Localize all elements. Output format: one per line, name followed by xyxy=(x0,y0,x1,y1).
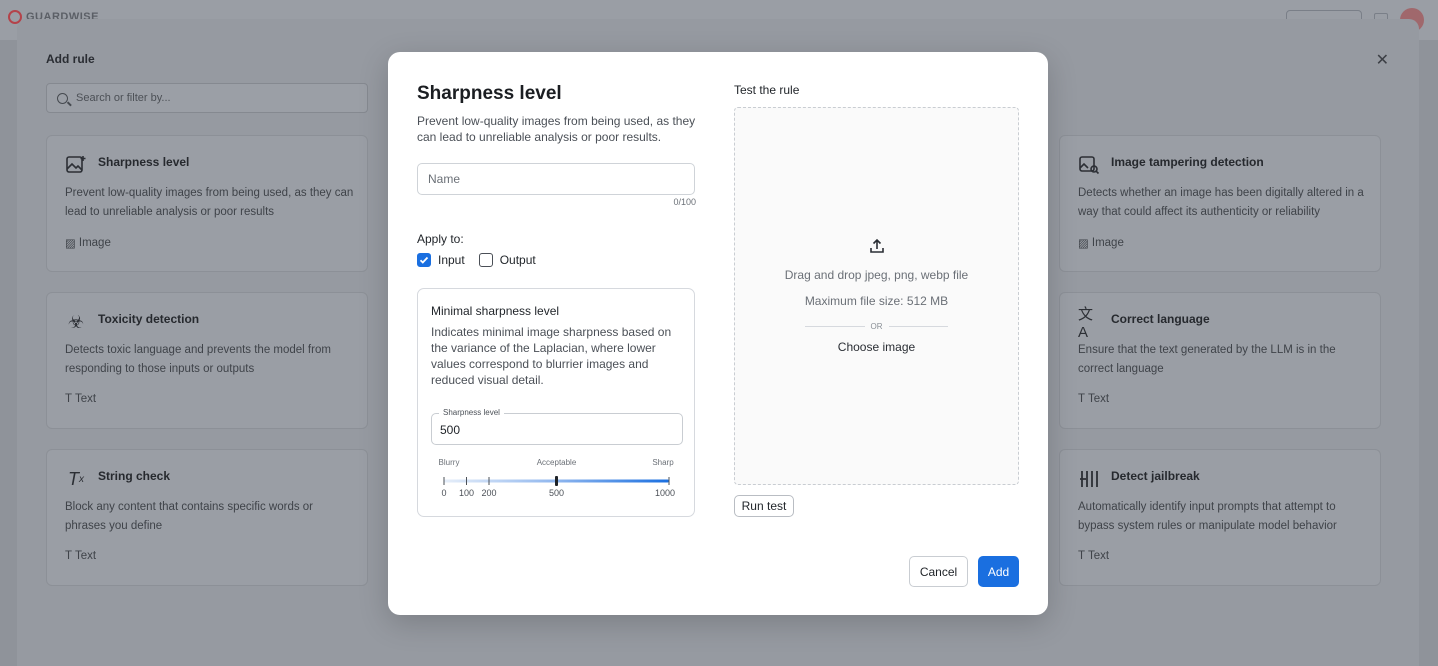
scale-tick-label: 200 xyxy=(481,488,496,498)
translate-icon: 文A xyxy=(1078,306,1094,341)
cancel-button[interactable]: Cancel xyxy=(909,556,968,587)
scale-zone-label: Blurry xyxy=(439,458,460,467)
input-checkbox[interactable] xyxy=(417,253,431,267)
test-rule-title: Test the rule xyxy=(734,83,800,97)
card-description: Detects toxic language and prevents the … xyxy=(65,344,331,375)
jail-bars-icon xyxy=(1078,468,1100,490)
sharpness-rule-modal: Sharpness level Prevent low-quality imag… xyxy=(388,52,1048,615)
card-description: Automatically identify input prompts tha… xyxy=(1078,501,1337,532)
card-tag: ▨ Image xyxy=(65,237,111,250)
scale-zone-label: Acceptable xyxy=(537,458,577,467)
scale-tick-label: 500 xyxy=(549,488,564,498)
modal-description: Prevent low-quality images from being us… xyxy=(417,114,696,144)
rule-card-language[interactable]: 文A Correct language Ensure that the text… xyxy=(1059,292,1381,429)
scale-handle xyxy=(555,476,558,486)
image-tag-icon: ▨ xyxy=(1078,238,1089,250)
card-description: Ensure that the text generated by the LL… xyxy=(1078,344,1336,375)
sharpness-level-input[interactable]: Sharpness level 500 xyxy=(431,408,683,445)
sharpness-field-value: 500 xyxy=(440,423,461,437)
close-icon[interactable]: ✕ xyxy=(1376,50,1389,70)
panel-title: Add rule xyxy=(46,52,95,66)
card-tag: T Text xyxy=(65,550,97,562)
scale-tick-label: 100 xyxy=(459,488,474,498)
scale-tick-label: 0 xyxy=(441,488,446,498)
drop-instructions: Drag and drop jpeg, png, webp file xyxy=(784,268,969,282)
or-divider: OR xyxy=(805,321,948,331)
choose-image-link[interactable]: Choose image xyxy=(735,340,1018,354)
modal-title: Sharpness level xyxy=(417,83,562,104)
biohazard-icon: ☣ xyxy=(67,311,85,332)
run-test-button[interactable]: Run test xyxy=(734,495,794,517)
add-button[interactable]: Add xyxy=(978,556,1019,587)
image-tag-icon: ▨ xyxy=(65,238,76,250)
rule-card-string[interactable]: Tx String check Block any content that c… xyxy=(46,449,368,586)
apply-input-option[interactable]: Input xyxy=(417,253,465,267)
card-title: Sharpness level xyxy=(98,155,190,169)
setting-title: Minimal sharpness level xyxy=(431,304,560,318)
char-counter: 0/100 xyxy=(673,197,696,207)
text-tag-icon: T xyxy=(1078,393,1086,405)
sharpness-scale[interactable]: Blurry Acceptable Sharp 0 100 200 500 1000 xyxy=(431,455,683,503)
output-option-label: Output xyxy=(499,253,536,267)
sharpness-field-label: Sharpness level xyxy=(439,408,504,417)
card-tag: ▨ Image xyxy=(1078,237,1124,250)
apply-to-label: Apply to: xyxy=(417,232,464,246)
rule-card-toxicity[interactable]: ☣ Toxicity detection Detects toxic langu… xyxy=(46,292,368,429)
card-title: Correct language xyxy=(1111,312,1210,326)
text-tag-icon: T xyxy=(1078,550,1086,562)
apply-to-options: Input Output xyxy=(417,253,536,267)
search-placeholder: Search or filter by... xyxy=(76,92,171,104)
image-search-icon xyxy=(1078,154,1100,176)
scale-tick-label: 1000 xyxy=(655,488,675,498)
image-dropzone[interactable]: Drag and drop jpeg, png, webp file Maxim… xyxy=(734,107,1019,485)
sharpness-setting-box: Minimal sharpness level Indicates minima… xyxy=(417,288,695,517)
card-title: Toxicity detection xyxy=(98,312,200,326)
card-description: Detects whether an image has been digita… xyxy=(1078,187,1364,218)
search-icon xyxy=(57,92,68,104)
image-sparkle-icon xyxy=(65,154,87,176)
text-tag-icon: T xyxy=(65,550,73,562)
card-tag: T Text xyxy=(65,393,97,405)
apply-output-option[interactable]: Output xyxy=(478,253,536,267)
output-checkbox[interactable] xyxy=(478,253,493,267)
card-title: String check xyxy=(98,469,171,483)
card-title: Detect jailbreak xyxy=(1111,469,1200,483)
rule-card-sharpness[interactable]: Sharpness level Prevent low-quality imag… xyxy=(46,135,368,272)
card-description: Prevent low-quality images from being us… xyxy=(65,187,354,218)
max-file-size: Maximum file size: 512 MB xyxy=(804,294,949,308)
scale-zone-label: Sharp xyxy=(652,458,674,467)
clear-format-icon: Tx xyxy=(68,468,84,489)
card-tag: T Text xyxy=(1078,393,1110,405)
search-input[interactable]: Search or filter by... xyxy=(46,83,368,113)
card-title: Image tampering detection xyxy=(1111,155,1264,169)
input-option-label: Input xyxy=(438,253,465,267)
card-description: Block any content that contains specific… xyxy=(65,501,314,532)
text-tag-icon: T xyxy=(65,393,73,405)
setting-description: Indicates minimal image sharpness based … xyxy=(431,325,672,387)
rule-card-jailbreak[interactable]: Detect jailbreak Automatically identify … xyxy=(1059,449,1381,586)
name-input[interactable] xyxy=(417,163,695,195)
card-tag: T Text xyxy=(1078,550,1110,562)
rule-card-tampering[interactable]: Image tampering detection Detects whethe… xyxy=(1059,135,1381,272)
upload-icon xyxy=(869,238,885,259)
